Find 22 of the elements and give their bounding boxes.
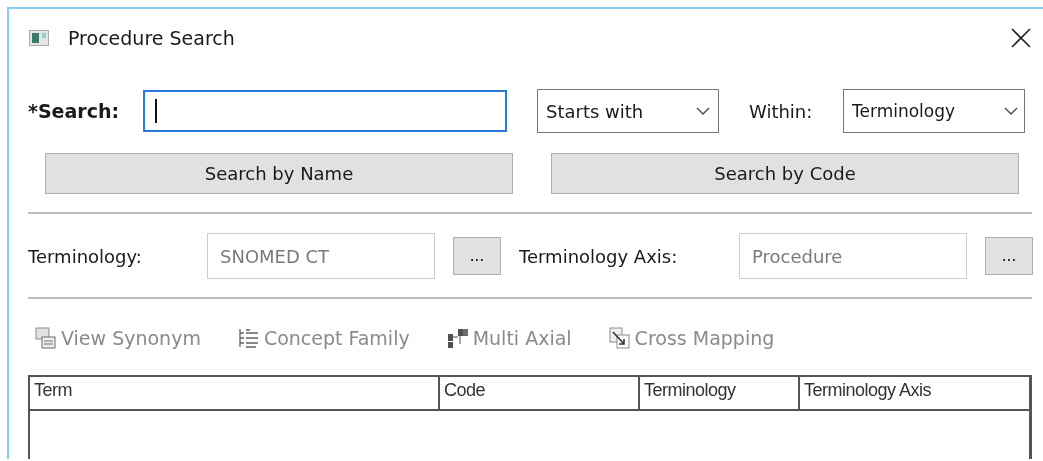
search-field[interactable]	[143, 90, 507, 132]
search-button[interactable]: Search by Name	[45, 153, 513, 194]
document-arrow-icon	[607, 326, 632, 350]
column-header[interactable]: Terminology Axis	[800, 377, 1029, 409]
column-header[interactable]: Terminology	[640, 377, 800, 409]
column-header[interactable]: Term	[30, 377, 440, 409]
chevron-down-icon	[1004, 107, 1018, 115]
column-header[interactable]: Code	[440, 377, 640, 409]
window-title: Procedure Search	[68, 27, 235, 49]
chevron-down-icon	[696, 107, 710, 115]
within-label: Within:	[749, 100, 814, 122]
hierarchy-icon	[445, 326, 470, 350]
document-stack-icon	[34, 326, 58, 350]
search-label: *Search:	[28, 100, 121, 122]
match-dropdown[interactable]: Starts with	[537, 89, 719, 133]
filter-label: Terminology Axis:	[519, 245, 679, 267]
within-dropdown[interactable]: Terminology	[843, 89, 1025, 133]
window-icon	[29, 30, 49, 46]
close-icon[interactable]	[1011, 28, 1031, 48]
tree-list-icon	[236, 326, 261, 350]
search-button[interactable]: Search by Code	[551, 153, 1019, 194]
filter-label: Terminology:	[28, 245, 143, 267]
